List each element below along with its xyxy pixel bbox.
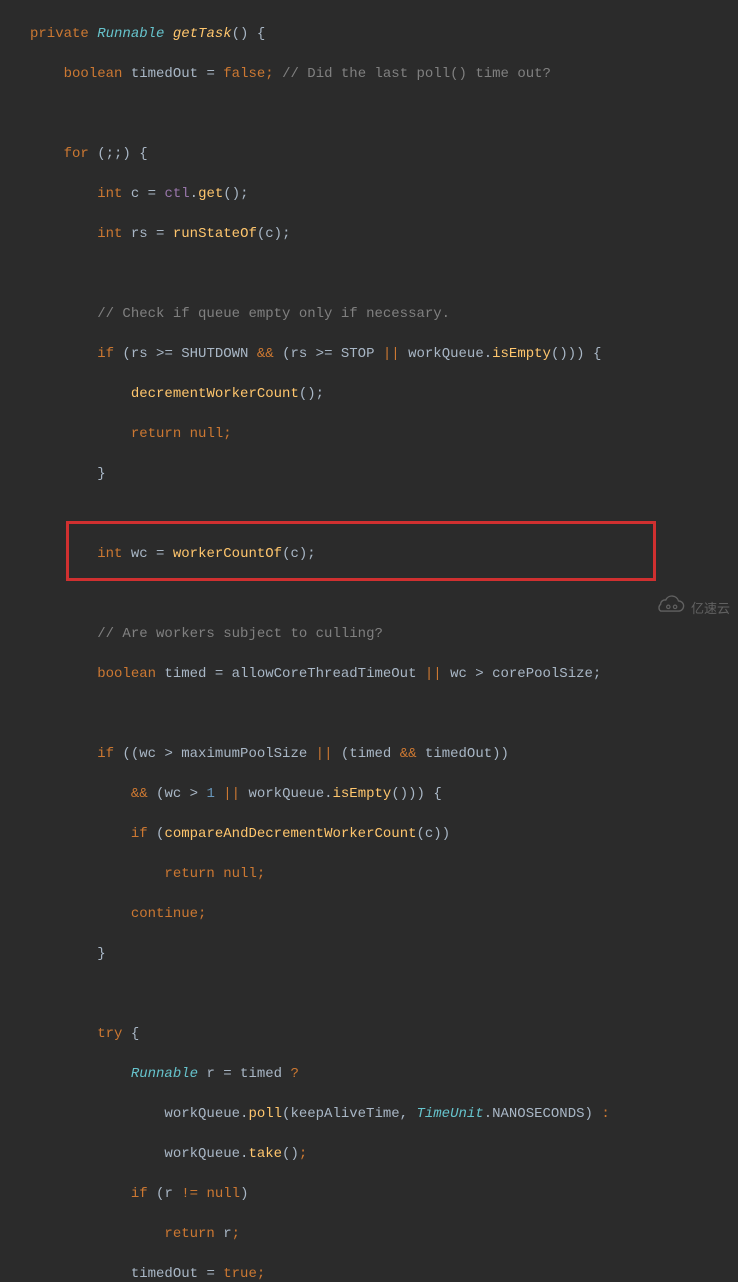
code-line: // Check if queue empty only if necessar… (30, 304, 738, 324)
code-line: return r; (30, 1224, 738, 1244)
code-line: try { (30, 1024, 738, 1044)
watermark: 亿速云 (653, 595, 730, 623)
code-line: if (compareAndDecrementWorkerCount(c)) (30, 824, 738, 844)
code-line: && (wc > 1 || workQueue.isEmpty())) { (30, 784, 738, 804)
code-line: int c = ctl.get(); (30, 184, 738, 204)
code-line (30, 584, 738, 604)
code-line: for (;;) { (30, 144, 738, 164)
watermark-text: 亿速云 (691, 599, 730, 619)
code-editor: private Runnable getTask() { boolean tim… (0, 0, 738, 1282)
code-line: workQueue.take(); (30, 1144, 738, 1164)
code-line: timedOut = true; (30, 1264, 738, 1282)
code-line: private Runnable getTask() { (30, 24, 738, 44)
code-line: } (30, 944, 738, 964)
code-line: boolean timedOut = false; // Did the las… (30, 64, 738, 84)
code-line (30, 704, 738, 724)
code-line: if (r != null) (30, 1184, 738, 1204)
code-line: if ((wc > maximumPoolSize || (timed && t… (30, 744, 738, 764)
code-line: Runnable r = timed ? (30, 1064, 738, 1084)
code-line (30, 504, 738, 524)
code-line: workQueue.poll(keepAliveTime, TimeUnit.N… (30, 1104, 738, 1124)
code-line (30, 264, 738, 284)
code-line: continue; (30, 904, 738, 924)
code-line: // Are workers subject to culling? (30, 624, 738, 644)
code-line: boolean timed = allowCoreThreadTimeOut |… (30, 664, 738, 684)
code-line (30, 984, 738, 1004)
code-line: int rs = runStateOf(c); (30, 224, 738, 244)
code-line: } (30, 464, 738, 484)
cloud-icon (653, 595, 687, 623)
code-line: if (rs >= SHUTDOWN && (rs >= STOP || wor… (30, 344, 738, 364)
code-line: return null; (30, 424, 738, 444)
code-line (30, 104, 738, 124)
code-line: return null; (30, 864, 738, 884)
code-line: decrementWorkerCount(); (30, 384, 738, 404)
code-line: int wc = workerCountOf(c); (30, 544, 738, 564)
